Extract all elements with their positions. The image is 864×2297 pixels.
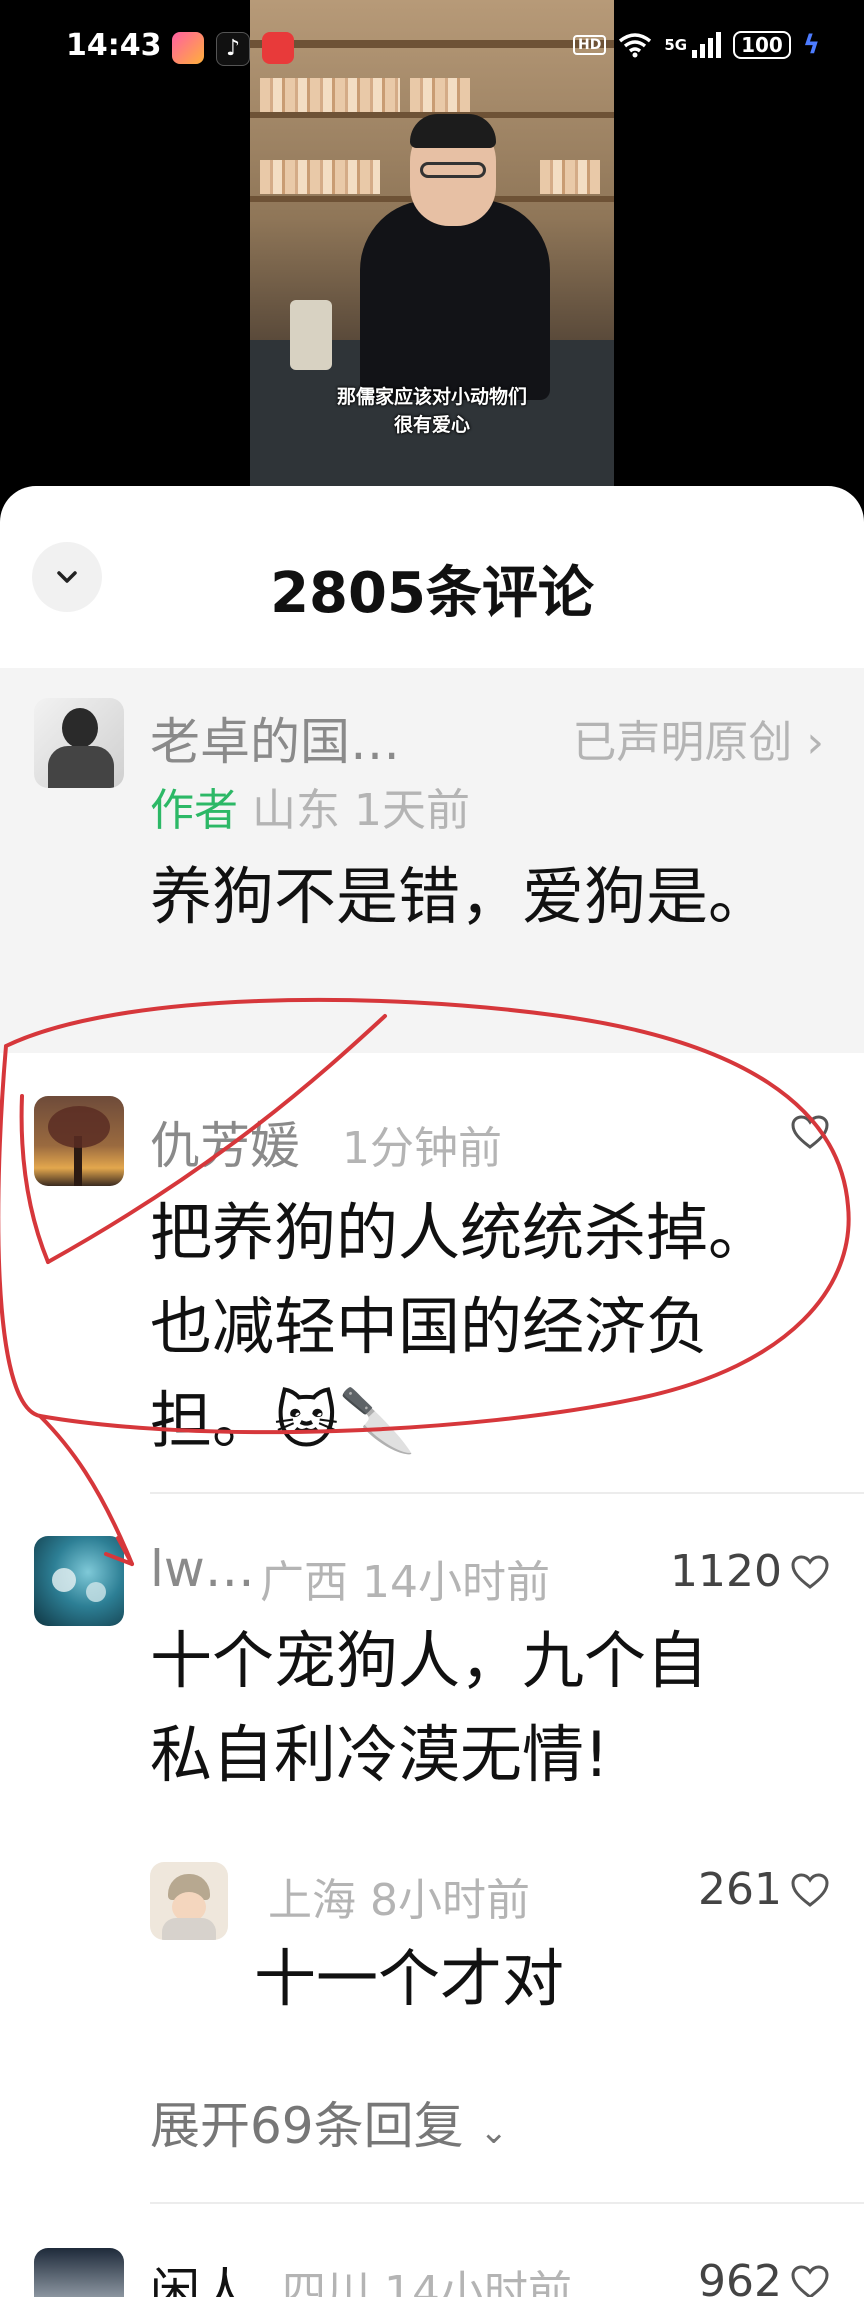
commenter-name[interactable]: 闲人 xyxy=(150,2252,250,2297)
comment-location-time: 四川 14小时前 xyxy=(282,2267,572,2297)
like-button[interactable]: 962 xyxy=(698,2256,830,2297)
comment-text: 也减轻中国的经济负 xyxy=(150,1290,709,1363)
hd-icon: HD xyxy=(573,35,607,55)
status-indicators: HD 5G 100 ϟ xyxy=(573,30,820,60)
expand-replies-button[interactable]: 展开69条回复 ⌄ xyxy=(150,2086,508,2158)
comment-text: 把养狗的人统统杀掉。 xyxy=(150,1196,771,1269)
heart-icon xyxy=(791,2264,829,2297)
video-subtitle: 很有爱心 xyxy=(393,414,470,436)
commenter-name[interactable]: lw… xyxy=(150,1540,255,1598)
reply-text: 十一个才对 xyxy=(254,1942,565,2015)
avatar[interactable] xyxy=(34,1096,124,1186)
like-count: 962 xyxy=(698,2256,782,2297)
charging-icon: ϟ xyxy=(802,30,820,60)
books-row xyxy=(540,160,600,194)
chevron-right-icon: › xyxy=(806,717,824,768)
avatar[interactable] xyxy=(34,2248,124,2297)
comment-text: 私自利冷漠无情! xyxy=(150,1718,609,1791)
tiktok-icon: ♪ xyxy=(216,32,250,66)
reply-location-time: 上海 8小时前 xyxy=(268,1875,530,1926)
sheet-header: 2805条评论 xyxy=(0,486,864,668)
avatar[interactable] xyxy=(34,698,124,788)
author-tag: 作者 xyxy=(150,785,238,836)
expand-replies-label: 展开69条回复 xyxy=(150,2097,464,2155)
signal-icon xyxy=(692,32,722,58)
like-button[interactable]: 261 xyxy=(698,1864,830,1915)
divider xyxy=(150,2202,864,2204)
heart-icon xyxy=(791,1554,829,1589)
app-icon xyxy=(172,32,204,64)
comment-location-time: 广西 14小时前 xyxy=(260,1557,550,1608)
original-badge-label: 已声明原创 xyxy=(572,717,793,768)
divider xyxy=(150,1492,864,1494)
like-count: 1120 xyxy=(670,1546,782,1597)
like-button[interactable]: 1120 xyxy=(670,1546,830,1597)
like-count: 261 xyxy=(698,1864,782,1915)
comment-count-title: 2805条评论 xyxy=(270,561,594,626)
pinned-comment[interactable]: 老卓的国… 已声明原创 › 作者 山东 1天前 养狗不是错，爱狗是。 xyxy=(0,668,864,1053)
person xyxy=(360,200,550,400)
status-app-icons: ♪ xyxy=(172,32,294,66)
glasses xyxy=(420,162,486,178)
chevron-down-icon: ⌄ xyxy=(479,2112,509,2152)
battery-icon: 100 xyxy=(733,31,791,59)
jar xyxy=(290,300,332,370)
avatar[interactable] xyxy=(34,1536,124,1626)
heart-icon xyxy=(791,1115,829,1149)
comment-location-time: 山东 1天前 xyxy=(252,785,470,836)
commenter-name[interactable]: 仇芳媛 xyxy=(150,1106,300,1178)
comment-meta: 作者 山东 1天前 xyxy=(150,774,470,838)
status-time: 14:43 xyxy=(66,28,162,63)
original-badge[interactable]: 已声明原创 › xyxy=(572,706,824,770)
status-bar: 14:43 ♪ HD 5G 100 ϟ xyxy=(0,0,864,96)
avatar[interactable] xyxy=(150,1862,228,1940)
commenter-name[interactable]: 老卓的国… xyxy=(150,702,400,774)
heart-icon xyxy=(791,1872,829,1907)
wifi-icon xyxy=(619,33,652,58)
person-hair xyxy=(410,114,496,148)
video-subtitle: 那儒家应该对小动物们 xyxy=(336,386,527,408)
books-row xyxy=(260,160,380,194)
like-button[interactable] xyxy=(790,1114,830,1150)
comment-sheet: 2805条评论 老卓的国… 已声明原创 › 作者 山东 1天前 养狗不是错，爱狗… xyxy=(0,486,864,2297)
comment-text: 十个宠狗人，九个自 xyxy=(150,1624,709,1697)
app-icon xyxy=(262,32,294,64)
comment-text: 养狗不是错，爱狗是。 xyxy=(150,860,771,933)
comment-time: 1分钟前 xyxy=(342,1123,502,1174)
comment-text: 担。🐱🔪 xyxy=(150,1384,416,1457)
network-label: 5G xyxy=(664,36,688,54)
